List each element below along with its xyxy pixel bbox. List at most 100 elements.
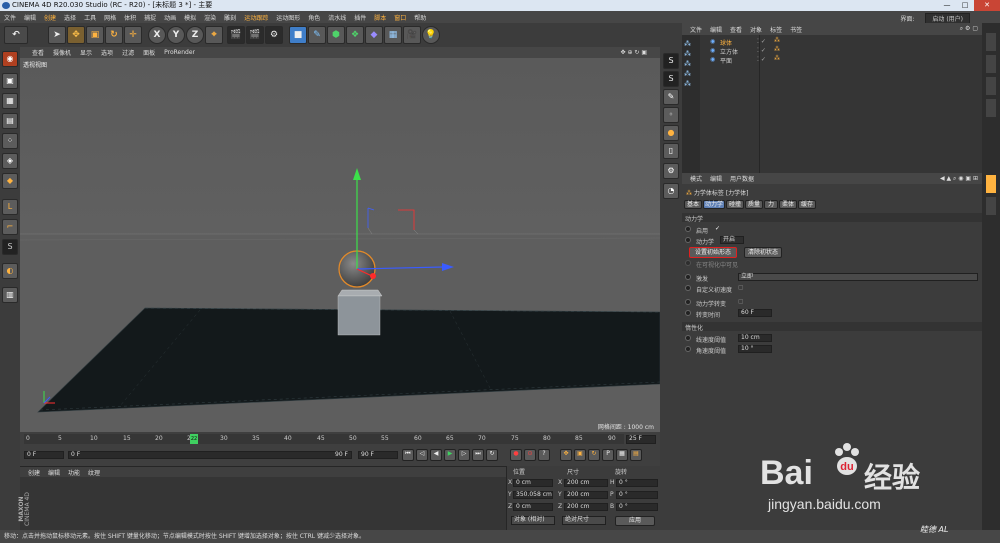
object-menu-objects[interactable]: 对象 — [750, 25, 762, 34]
tab-force[interactable]: 力 — [764, 200, 778, 209]
attribute-nav-icons[interactable]: ◀ ▲ ⌕ ◉ ▣ ⊞ — [940, 175, 978, 183]
menu-file[interactable]: 文件 — [4, 13, 16, 22]
menu-create[interactable]: 创建 — [44, 13, 56, 22]
menu-help[interactable]: 帮助 — [414, 13, 426, 22]
param-anim-radio[interactable] — [685, 310, 691, 316]
side-tab-content[interactable] — [986, 77, 996, 95]
size-y-field[interactable]: 200 cm — [564, 491, 608, 499]
axis-y-button[interactable]: Y — [167, 26, 185, 44]
param-anim-radio[interactable] — [685, 335, 691, 341]
viewport-menu-display[interactable]: 显示 — [80, 48, 92, 57]
size-x-field[interactable]: 200 cm — [564, 479, 608, 487]
recent-tool-icon[interactable]: ✛ — [124, 26, 142, 44]
object-row-cube[interactable]: ◉ 立方体 ⁚ ✓ ⁂ — [702, 46, 980, 56]
end-frame-field[interactable]: 90 F — [358, 451, 398, 459]
object-name[interactable]: 平面 — [720, 56, 732, 65]
scale-icon[interactable]: ▣ — [86, 26, 104, 44]
maximize-button[interactable]: □ — [956, 0, 974, 11]
param-anim-radio[interactable] — [685, 226, 691, 232]
edges-mode-icon[interactable]: ◈ — [2, 153, 18, 169]
menu-character[interactable]: 角色 — [308, 13, 320, 22]
trigger-dropdown[interactable]: 立即 — [738, 273, 978, 281]
custom-init-velocity-checkbox[interactable]: ▢ — [738, 284, 744, 291]
position-x-field[interactable]: 0 cm — [513, 479, 553, 487]
select-arrow-icon[interactable]: ➤ — [48, 26, 66, 44]
set-initial-state-button[interactable]: 设置初始形态 — [689, 247, 737, 258]
side-tab-objects[interactable] — [986, 33, 996, 51]
render-view-icon[interactable]: 🎬 — [227, 26, 245, 44]
tab-cache[interactable]: 缓存 — [798, 200, 816, 209]
make-editable-icon[interactable]: ◉ — [2, 51, 18, 67]
play-icon[interactable]: ▶ — [444, 449, 456, 461]
tab-collision[interactable]: 碰撞 — [726, 200, 744, 209]
position-z-field[interactable]: 0 cm — [513, 503, 553, 511]
object-row-plane[interactable]: ◉ 平面 ⁚ ✓ ⁂ — [702, 55, 980, 65]
loop-icon[interactable]: ↻ — [486, 449, 498, 461]
dynamics-transition-checkbox[interactable]: ▢ — [738, 298, 744, 305]
rotation-b-field[interactable]: 0 ° — [616, 503, 658, 511]
rotation-p-field[interactable]: 0 ° — [616, 491, 658, 499]
material-menu-function[interactable]: 功能 — [68, 468, 80, 477]
param-anim-radio[interactable] — [685, 299, 691, 305]
side-tab-attributes[interactable] — [986, 175, 996, 193]
axis-z-button[interactable]: Z — [186, 26, 204, 44]
object-menu-tags[interactable]: 标签 — [770, 25, 782, 34]
menu-select[interactable]: 选择 — [64, 13, 76, 22]
preview-range-slider[interactable]: 0 F 90 F — [68, 451, 352, 459]
menu-plugins[interactable]: 插件 — [354, 13, 366, 22]
current-frame-field[interactable]: 25 F — [626, 435, 656, 444]
render-settings-icon[interactable]: ⚙ — [265, 26, 283, 44]
camera-icon[interactable]: 🎥 — [403, 26, 421, 44]
texture-mode-icon[interactable]: ▦ — [2, 93, 18, 109]
rotate-icon[interactable]: ↻ — [105, 26, 123, 44]
cube-object-icon[interactable]: ■ — [289, 26, 307, 44]
attr-menu-userdata[interactable]: 用户数据 — [730, 174, 754, 183]
menu-volume[interactable]: 体积 — [124, 13, 136, 22]
minimize-button[interactable]: — — [938, 0, 956, 11]
param-anim-radio[interactable] — [685, 260, 691, 266]
side-tab-layers[interactable] — [986, 99, 996, 117]
material-menu-texture[interactable]: 纹理 — [88, 468, 100, 477]
floor-environment-icon[interactable]: ▦ — [384, 26, 402, 44]
menu-sculpt[interactable]: 雕刻 — [224, 13, 236, 22]
size-z-field[interactable]: 200 cm — [564, 503, 608, 511]
menu-mograph[interactable]: 运动图形 — [276, 13, 300, 22]
model-mode-icon[interactable]: ▣ — [2, 73, 18, 89]
menu-pipeline[interactable]: 流水线 — [328, 13, 346, 22]
key-parameter-icon[interactable]: P — [602, 449, 614, 461]
viewport-menu-filter[interactable]: 过滤 — [122, 48, 134, 57]
coordinate-system-icon[interactable]: ⌖ — [205, 26, 223, 44]
go-to-start-icon[interactable]: ⏮ — [402, 449, 414, 461]
cloner-icon[interactable]: ❖ — [346, 26, 364, 44]
viewport-menu-prorender[interactable]: ProRender — [164, 49, 195, 56]
keyframe-selection-icon[interactable]: ? — [538, 449, 550, 461]
playhead-marker[interactable]: 22 — [190, 434, 198, 444]
object-menu-file[interactable]: 文件 — [690, 25, 702, 34]
points-mode-icon[interactable]: ⁘ — [2, 133, 18, 149]
timeline[interactable]: 0 5 10 15 20 25 30 35 40 45 50 55 60 65 … — [20, 432, 660, 466]
menu-animate[interactable]: 动画 — [164, 13, 176, 22]
spline-pen-icon[interactable]: ✎ — [308, 26, 326, 44]
subdivision-surface-icon[interactable]: ⬢ — [327, 26, 345, 44]
enabled-checkbox[interactable]: ✓ — [715, 225, 720, 232]
next-frame-icon[interactable]: ▷ — [458, 449, 470, 461]
snap-icon[interactable]: S — [2, 239, 18, 255]
dynamics-tag-icon[interactable]: ⁂ — [774, 37, 780, 44]
menu-snap[interactable]: 捕捉 — [144, 13, 156, 22]
object-menu-edit[interactable]: 编辑 — [710, 25, 722, 34]
rotation-h-field[interactable]: 0 ° — [616, 479, 658, 487]
previous-frame-icon[interactable]: ◀ — [430, 449, 442, 461]
object-filter-icons[interactable]: ⁂ ⁂ ⁂ ⁂ ⁂ — [684, 39, 691, 89]
key-pla-icon[interactable]: ▦ — [616, 449, 628, 461]
angular-velocity-threshold-field[interactable]: 10 ° — [738, 345, 772, 353]
object-manager-tools-icon[interactable]: ⌕ ⚙ ▢ — [960, 25, 978, 33]
viewport-menu-options[interactable]: 选项 — [101, 48, 113, 57]
viewport-menu-camera[interactable]: 摄像机 — [53, 48, 71, 57]
object-menu-bookmarks[interactable]: 书签 — [790, 25, 802, 34]
dynamics-tag-icon[interactable]: ⁂ — [774, 46, 780, 53]
menu-render[interactable]: 渲染 — [204, 13, 216, 22]
tab-dynamics[interactable]: 动力学 — [703, 200, 725, 209]
tab-mass[interactable]: 质量 — [745, 200, 763, 209]
position-y-field[interactable]: 350.058 cm — [513, 491, 553, 499]
grid-icon[interactable]: ▥ — [2, 287, 18, 303]
